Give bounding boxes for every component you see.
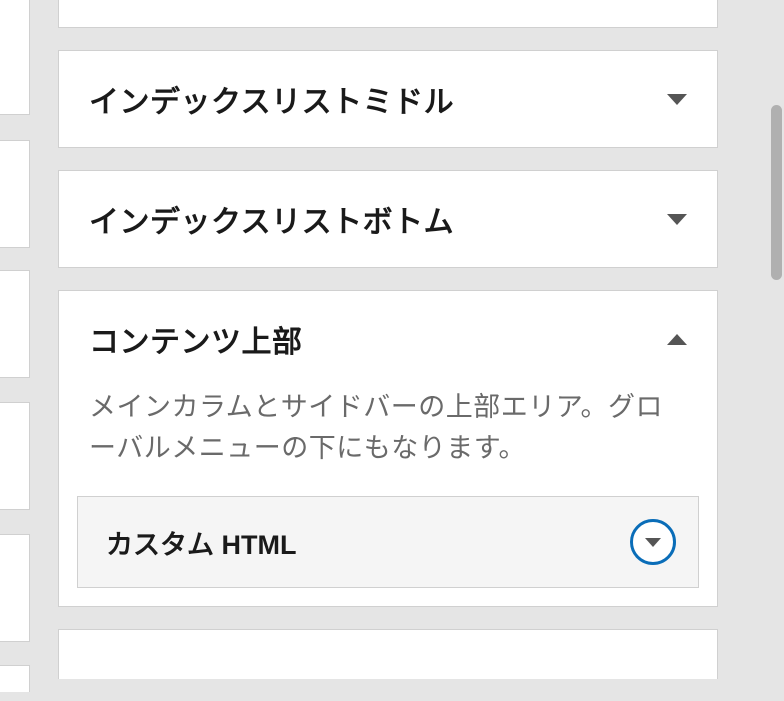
widget-area-column: インデックスリストミドル インデックスリストボトム コンテンツ上部 メインカラム… xyxy=(58,0,718,701)
widget-custom-html[interactable]: カスタム HTML xyxy=(77,496,699,588)
chevron-up-icon xyxy=(667,334,687,345)
widget-area-content-top: コンテンツ上部 メインカラムとサイドバーの上部エリア。グローバルメニューの下にも… xyxy=(58,290,718,607)
panel-header-index-bottom[interactable]: インデックスリストボトム xyxy=(59,171,717,267)
widget-title: カスタム HTML xyxy=(106,523,296,562)
panel-title: コンテンツ上部 xyxy=(89,317,303,361)
panel-title: インデックスリストミドル xyxy=(89,77,454,121)
widget-toggle-button[interactable] xyxy=(630,519,676,565)
panel-header-content-top[interactable]: コンテンツ上部 xyxy=(59,291,717,387)
widget-area-panel-partial-above xyxy=(58,0,718,28)
widget-area-index-middle[interactable]: インデックスリストミドル xyxy=(58,50,718,148)
chevron-down-icon xyxy=(667,214,687,225)
widget-area-panel-partial-below xyxy=(58,629,718,679)
chevron-down-icon xyxy=(645,538,661,547)
chevron-down-icon xyxy=(667,94,687,105)
panel-description: メインカラムとサイドバーの上部エリア。グローバルメニューの下にもなります。 xyxy=(59,387,717,488)
vertical-scrollbar[interactable] xyxy=(771,105,782,280)
panel-title: インデックスリストボトム xyxy=(89,197,454,241)
widget-area-index-bottom[interactable]: インデックスリストボトム xyxy=(58,170,718,268)
left-sidebar-stubs xyxy=(0,0,30,692)
panel-header-index-middle[interactable]: インデックスリストミドル xyxy=(59,51,717,147)
